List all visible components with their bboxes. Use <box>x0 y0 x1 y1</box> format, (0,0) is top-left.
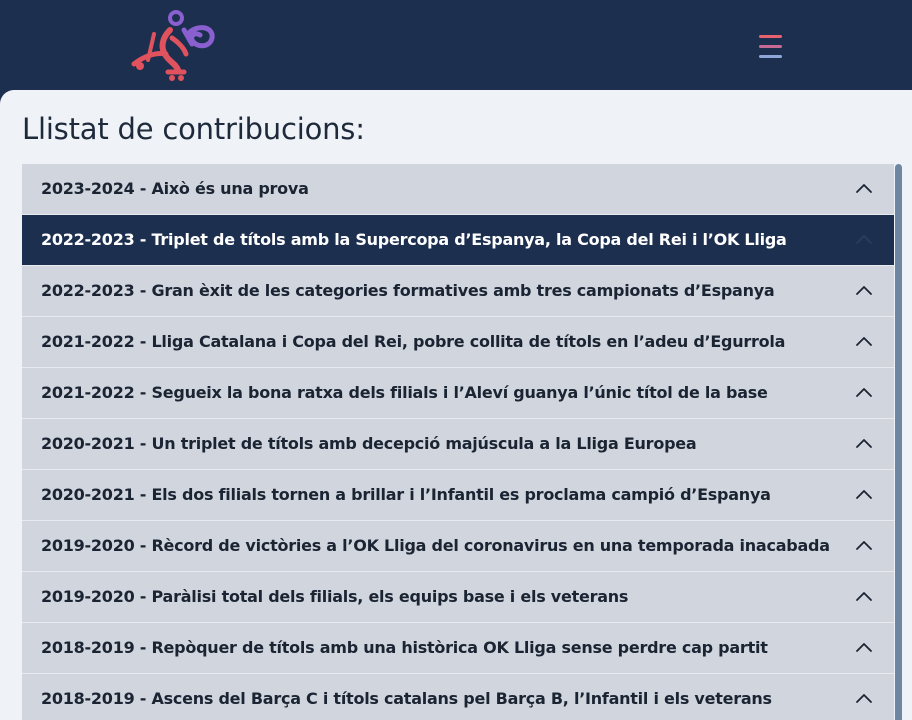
accordion-item-label: 2022-2023 - Gran èxit de les categories … <box>41 281 775 300</box>
contributions-accordion: 2023-2024 - Això és una prova 2022-2023 -… <box>22 164 894 720</box>
accordion-item[interactable]: 2020-2021 - Un triplet de títols amb dec… <box>22 419 894 470</box>
chevron-up-icon[interactable] <box>854 436 874 450</box>
accordion-item[interactable]: 2019-2020 - Paràlisi total dels filials,… <box>22 572 894 623</box>
chevron-up-icon[interactable] <box>854 181 874 195</box>
menu-icon-line <box>759 45 782 48</box>
chevron-up-icon[interactable] <box>854 640 874 654</box>
accordion-item[interactable]: 2021-2022 - Segueix la bona ratxa dels f… <box>22 368 894 419</box>
logo[interactable] <box>126 8 222 82</box>
accordion-item-label: 2019-2020 - Rècord de victòries a l’OK L… <box>41 536 830 555</box>
accordion-item[interactable]: 2023-2024 - Això és una prova <box>22 164 894 215</box>
hamburger-menu-button[interactable] <box>756 32 786 62</box>
menu-icon-line <box>759 55 782 58</box>
accordion-item-label: 2023-2024 - Això és una prova <box>41 179 309 198</box>
accordion-item[interactable]: 2018-2019 - Repòquer de títols amb una h… <box>22 623 894 674</box>
accordion-item[interactable]: 2019-2020 - Rècord de victòries a l’OK L… <box>22 521 894 572</box>
roller-hockey-player-logo-icon <box>131 10 215 81</box>
chevron-up-icon[interactable] <box>854 589 874 603</box>
accordion-item-label: 2021-2022 - Segueix la bona ratxa dels f… <box>41 383 768 402</box>
accordion-item-label: 2018-2019 - Ascens del Barça C i títols … <box>41 689 772 708</box>
chevron-up-icon[interactable] <box>854 385 874 399</box>
accordion-item-label: 2021-2022 - Lliga Catalana i Copa del Re… <box>41 332 786 351</box>
chevron-up-icon[interactable] <box>854 538 874 552</box>
chevron-up-icon[interactable] <box>854 487 874 501</box>
hamburger-menu-icon <box>759 35 782 38</box>
accordion-item-label: 2019-2020 - Paràlisi total dels filials,… <box>41 587 629 606</box>
chevron-up-icon[interactable] <box>854 334 874 348</box>
header <box>0 0 912 92</box>
scrollbar[interactable] <box>895 164 902 720</box>
accordion-item-label: 2020-2021 - Els dos filials tornen a bri… <box>41 485 771 504</box>
chevron-up-icon[interactable] <box>854 232 874 246</box>
accordion-item[interactable]: 2022-2023 - Triplet de títols amb la Sup… <box>22 215 894 266</box>
accordion-item[interactable]: 2018-2019 - Ascens del Barça C i títols … <box>22 674 894 720</box>
page-title: Llistat de contribucions: <box>22 112 365 146</box>
chevron-up-icon[interactable] <box>854 691 874 705</box>
chevron-up-icon[interactable] <box>854 283 874 297</box>
accordion-item[interactable]: 2021-2022 - Lliga Catalana i Copa del Re… <box>22 317 894 368</box>
accordion-item-label: 2020-2021 - Un triplet de títols amb dec… <box>41 434 697 453</box>
accordion-item-label: 2022-2023 - Triplet de títols amb la Sup… <box>41 230 787 249</box>
accordion-item-label: 2018-2019 - Repòquer de títols amb una h… <box>41 638 768 657</box>
accordion-item[interactable]: 2022-2023 - Gran èxit de les categories … <box>22 266 894 317</box>
main-panel: Llistat de contribucions: 2023-2024 - Ai… <box>0 90 912 720</box>
accordion-item[interactable]: 2020-2021 - Els dos filials tornen a bri… <box>22 470 894 521</box>
